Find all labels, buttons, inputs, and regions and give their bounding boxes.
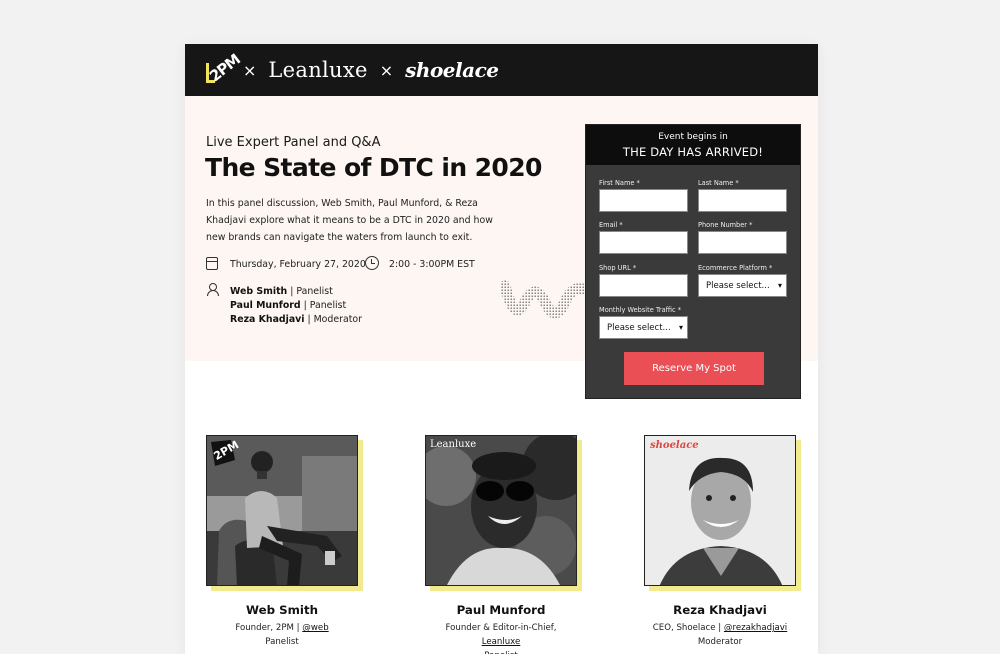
speaker-card: shoelace Reza Khadjavi CEO, Shoelace | @… <box>644 435 801 649</box>
brand-separator: × <box>243 60 257 80</box>
speaker-photo: shoelace <box>644 435 796 586</box>
speaker-photo-badge: shoelace <box>650 440 699 451</box>
speaker-link[interactable]: Leanluxe <box>482 637 521 647</box>
speaker-title: CEO, Shoelace | @rezakhadjavi <box>652 623 788 633</box>
speaker-photo-badge: Leanluxe <box>430 439 477 450</box>
speaker-name: Web Smith <box>245 603 318 617</box>
speaker-link[interactable]: @rezakhadjavi <box>724 623 787 633</box>
clock-icon <box>365 256 379 270</box>
shop-url-group: Shop URL * <box>599 264 688 297</box>
traffic-group: Monthly Website Traffic * Please select.… <box>599 306 688 339</box>
platform-select[interactable]: Please select... ▾ <box>698 274 787 297</box>
speaker-list-item: Web Smith | Panelist <box>230 286 333 297</box>
traffic-select[interactable]: Please select... ▾ <box>599 316 688 339</box>
speaker-title: Founder, 2PM | @web <box>235 623 329 633</box>
platform-group: Ecommerce Platform * Please select... ▾ <box>698 264 787 297</box>
speaker-card: 2PM Web Smith Founder, 2PM | @web Paneli… <box>206 435 363 649</box>
reserve-spot-button[interactable]: Reserve My Spot <box>624 352 764 385</box>
countdown-header: Event begins in THE DAY HAS ARRIVED! <box>586 125 800 165</box>
brand-separator: × <box>379 60 394 80</box>
chevron-down-icon: ▾ <box>678 323 683 332</box>
first-name-field[interactable] <box>599 189 688 212</box>
2pm-logo: 2PM <box>205 50 244 86</box>
last-name-label: Last Name * <box>698 179 739 187</box>
registration-form: Event begins in THE DAY HAS ARRIVED! Fir… <box>585 124 801 399</box>
speaker-card: Leanluxe Paul Munford Founder & Editor-i… <box>425 435 582 654</box>
phone-group: Phone Number * <box>698 221 787 254</box>
event-time: 2:00 - 3:00PM EST <box>389 259 475 270</box>
speaker-list: Web Smith | Panelist Paul Munford | Pane… <box>230 285 362 327</box>
email-group: Email * <box>599 221 688 254</box>
email-field[interactable] <box>599 231 688 254</box>
speaker-role: Panelist <box>265 637 299 647</box>
last-name-field[interactable] <box>698 189 787 212</box>
traffic-label: Monthly Website Traffic * <box>599 306 682 314</box>
page-title: The State of DTC in 2020 <box>205 153 542 182</box>
speaker-title: Founder & Editor-in-Chief, Leanluxe <box>445 623 557 647</box>
countdown-label: Event begins in <box>658 132 728 142</box>
first-name-label: First Name * <box>599 179 640 187</box>
traffic-select-value: Please select... <box>607 322 671 333</box>
speaker-link[interactable]: @web <box>302 623 328 633</box>
speaker-list-item: Reza Khadjavi | Moderator <box>230 314 363 325</box>
shoelace-logo: shoelace <box>405 58 499 82</box>
speaker-name: Paul Munford <box>456 603 546 617</box>
speaker-list-item: Paul Munford | Panelist <box>230 300 347 311</box>
event-description: In this panel discussion, Web Smith, Pau… <box>206 198 493 243</box>
phone-label: Phone Number * <box>698 221 753 229</box>
phone-field[interactable] <box>698 231 787 254</box>
first-name-group: First Name * <box>599 179 688 212</box>
shop-url-label: Shop URL * <box>599 264 637 272</box>
platform-label: Ecommerce Platform * <box>698 264 773 272</box>
speaker-role: Panelist <box>425 649 577 654</box>
chevron-down-icon: ▾ <box>777 281 782 290</box>
event-type-label: Live Expert Panel and Q&A <box>206 135 381 150</box>
brand-header: 2PM × Leanluxe × shoelace <box>185 44 818 96</box>
shop-url-field[interactable] <box>599 274 688 297</box>
last-name-group: Last Name * <box>698 179 787 212</box>
speaker-photo: Leanluxe <box>425 435 577 586</box>
leanluxe-logo: Leanluxe <box>268 58 368 82</box>
decorative-dotted-wave <box>501 280 587 319</box>
landing-page: 2PM × Leanluxe × shoelace Live Expert Pa… <box>185 44 818 654</box>
countdown-status: THE DAY HAS ARRIVED! <box>622 145 764 159</box>
event-date: Thursday, February 27, 2020 <box>230 259 366 270</box>
email-label: Email * <box>599 221 623 229</box>
speaker-photo: 2PM <box>206 435 358 586</box>
platform-select-value: Please select... <box>706 280 770 291</box>
person-icon <box>206 283 219 296</box>
speaker-role: Moderator <box>697 637 743 647</box>
speaker-name: Reza Khadjavi <box>673 603 767 617</box>
calendar-icon <box>206 257 218 270</box>
